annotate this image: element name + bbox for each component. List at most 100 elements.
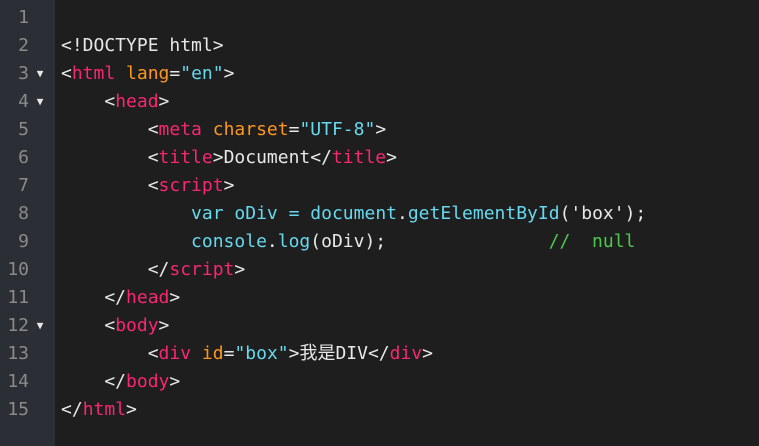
code-line[interactable]: 9 console.log(oDiv); // null (0, 228, 759, 256)
code-line[interactable]: 4 ▼ <head> (0, 88, 759, 116)
code-token: > (158, 91, 170, 112)
code-token: body (126, 371, 170, 392)
code-token: meta (158, 119, 202, 140)
code-token: "box" (234, 343, 289, 364)
line-number: 10 (7, 259, 29, 280)
code-line[interactable]: 8 var oDiv = document.getElementById('bo… (0, 200, 759, 228)
code-line[interactable]: 1 (0, 4, 759, 32)
code-line-text: <!DOCTYPE html> (61, 32, 224, 60)
code-line-text: </html> (61, 396, 137, 424)
code-token: < (61, 119, 159, 140)
code-token: > (223, 63, 235, 84)
code-line[interactable]: 14 </body> (0, 368, 759, 396)
code-token: console (191, 231, 267, 252)
code-line-text: console.log(oDiv); // null (61, 228, 635, 256)
code-line-text: <head> (61, 88, 169, 116)
line-number: 6 (18, 147, 29, 168)
line-number: 12 (7, 315, 29, 336)
line-number: 15 (7, 399, 29, 420)
code-token: = (169, 63, 181, 84)
code-token: < (61, 315, 116, 336)
code-line-text: var oDiv = document.getElementById('box'… (61, 200, 646, 228)
line-number: 11 (7, 287, 29, 308)
code-line[interactable]: 2 <!DOCTYPE html> (0, 32, 759, 60)
code-token: > (223, 175, 235, 196)
code-token: > (126, 399, 137, 420)
code-token: getElementById (407, 203, 560, 224)
code-token: > (422, 343, 434, 364)
code-line[interactable]: 11 </head> (0, 284, 759, 312)
code-token: html (71, 63, 116, 84)
code-token: head (126, 287, 170, 308)
code-line[interactable]: 15 </html> (0, 396, 759, 424)
code-line-text: <title>Document</title> (61, 144, 397, 172)
code-line[interactable]: 6 <title>Document</title> (0, 144, 759, 172)
code-token: ('box'); (559, 203, 647, 224)
code-line[interactable]: 10 </script> (0, 256, 759, 284)
line-number: 9 (18, 231, 29, 252)
code-token: . (397, 203, 408, 224)
code-token: oDiv (234, 203, 278, 224)
code-token: <!DOCTYPE html> (61, 35, 224, 56)
code-token: script (158, 175, 224, 196)
fold-toggle-icon[interactable]: ▼ (34, 312, 46, 340)
code-line[interactable]: 3 ▼ <html lang="en"> (0, 60, 759, 88)
code-editor[interactable]: 1 2 <!DOCTYPE html> 3 ▼ <html lang="en"> 4 ▼ <h… (0, 0, 759, 446)
code-line[interactable]: 7 <script> (0, 172, 759, 200)
code-token: > (169, 287, 181, 308)
code-token: >我是DIV</ (288, 343, 390, 364)
code-token: = (288, 203, 300, 224)
code-line-text: <div id="box">我是DIV</div> (61, 340, 433, 368)
code-token: title (331, 147, 387, 168)
code-token: < (61, 63, 72, 84)
code-token: . (266, 231, 278, 252)
code-line-text: </script> (61, 256, 246, 284)
line-number: 8 (18, 203, 29, 224)
fold-toggle-icon[interactable]: ▼ (34, 60, 46, 88)
code-token: < (61, 175, 159, 196)
code-token: </ (61, 259, 170, 280)
code-line-text: <html lang="en"> (61, 60, 234, 88)
code-token: "en" (180, 63, 224, 84)
line-number: 7 (18, 175, 29, 196)
line-number: 5 (18, 119, 29, 140)
code-token: > (234, 259, 246, 280)
code-token: document (310, 203, 397, 224)
code-token: > (375, 119, 387, 140)
code-token: head (115, 91, 159, 112)
code-line-text: <script> (61, 172, 235, 200)
code-line[interactable]: 5 <meta charset="UTF-8"> (0, 116, 759, 144)
code-line-text: <body> (61, 312, 169, 340)
line-number: 14 (7, 371, 29, 392)
code-token: script (169, 259, 235, 280)
code-token: </ (61, 371, 127, 392)
code-token: > (386, 147, 397, 168)
code-token: < (61, 343, 159, 364)
code-token: </ (61, 399, 83, 420)
code-line-text: <meta charset="UTF-8"> (61, 116, 386, 144)
line-number: 4 (18, 91, 29, 112)
code-token: >Document</ (212, 147, 332, 168)
code-token: var (191, 203, 224, 224)
code-token: < (61, 147, 159, 168)
line-number: 2 (18, 35, 29, 56)
code-token: "UTF-8" (299, 119, 376, 140)
code-line[interactable]: 12 ▼ <body> (0, 312, 759, 340)
code-line[interactable]: 13 <div id="box">我是DIV</div> (0, 340, 759, 368)
code-token: body (115, 315, 159, 336)
code-token: log (277, 231, 311, 252)
code-token: div (389, 343, 423, 364)
code-token: = (288, 119, 300, 140)
code-token: // null (548, 231, 636, 252)
code-token: < (61, 91, 116, 112)
fold-toggle-icon[interactable]: ▼ (34, 88, 46, 116)
